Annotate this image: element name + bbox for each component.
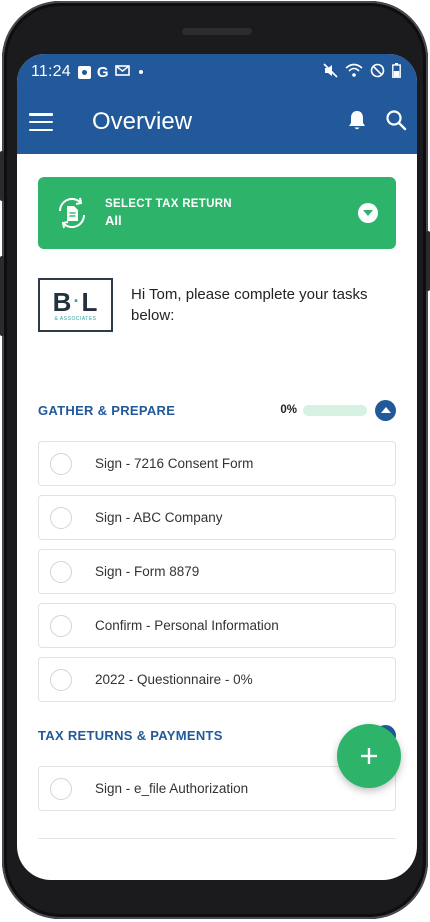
app-screen: 11:24 G Overview SELECT TAX RETURN All B… <box>17 54 417 880</box>
mute-icon <box>323 62 338 82</box>
page-title: Overview <box>92 108 193 135</box>
chevron-up-icon <box>380 407 391 413</box>
firm-logo: B·L & ASSOCIATES <box>38 278 113 332</box>
tax-return-label: SELECT TAX RETURN <box>105 198 232 210</box>
task-item[interactable]: Confirm - Personal Information <box>38 603 396 648</box>
task-radio[interactable] <box>50 560 72 583</box>
wifi-icon <box>345 63 363 82</box>
task-item[interactable]: Sign - ABC Company <box>38 495 396 540</box>
task-label: 2022 - Questionnaire - 0% <box>95 672 253 687</box>
menu-icon[interactable] <box>29 113 53 131</box>
do-not-disturb-icon <box>370 63 385 82</box>
tax-return-value: All <box>105 213 122 228</box>
phone-side-button <box>0 151 4 201</box>
add-button[interactable] <box>337 724 401 788</box>
task-item[interactable]: Sign - 7216 Consent Form <box>38 441 396 486</box>
select-tax-return-dropdown[interactable]: SELECT TAX RETURN All <box>38 177 396 249</box>
task-label: Sign - Form 8879 <box>95 564 200 579</box>
app-bar: Overview <box>17 90 417 154</box>
logo-subtext: & ASSOCIATES <box>54 315 97 322</box>
task-item[interactable]: 2022 - Questionnaire - 0% <box>38 657 396 702</box>
overview-content: SELECT TAX RETURN All B·L & ASSOCIATES H… <box>17 154 417 880</box>
bell-icon[interactable] <box>347 109 367 136</box>
task-radio[interactable] <box>50 668 72 691</box>
task-radio[interactable] <box>50 614 72 637</box>
phone-frame: 11:24 G Overview SELECT TAX RETURN All B… <box>0 1 430 919</box>
dot-icon <box>138 70 143 74</box>
task-radio[interactable] <box>50 777 72 800</box>
mail-icon <box>114 64 131 81</box>
section-title: TAX RETURNS & PAYMENTS <box>38 727 223 743</box>
tax-return-texts: SELECT TAX RETURN All <box>105 198 232 228</box>
progress-percent: 0% <box>280 404 297 416</box>
greeting-text: Hi Tom, please complete your tasks below… <box>131 286 368 324</box>
google-icon: G <box>96 63 109 81</box>
status-left-icons: G <box>77 63 143 81</box>
chevron-down-icon <box>358 203 378 223</box>
battery-icon <box>392 62 401 82</box>
app-bar-actions <box>347 109 407 136</box>
progress-bar <box>303 404 367 416</box>
greeting-row: B·L & ASSOCIATES Hi Tom, please complete… <box>38 278 381 332</box>
section-header-gather-prepare: GATHER & PREPARE 0% <box>38 398 396 422</box>
task-label: Sign - 7216 Consent Form <box>95 456 254 471</box>
plus-icon <box>361 748 377 764</box>
phone-side-button <box>426 231 430 291</box>
section-progress: 0% <box>280 404 367 416</box>
task-label: Confirm - Personal Information <box>95 618 279 633</box>
collapse-section-button[interactable] <box>375 399 396 421</box>
status-time: 11:24 <box>31 63 71 80</box>
task-label: Sign - e_file Authorization <box>95 781 249 796</box>
phone-side-button <box>0 256 4 336</box>
task-radio[interactable] <box>50 452 72 475</box>
document-sync-icon <box>58 197 86 229</box>
task-radio[interactable] <box>50 506 72 529</box>
search-icon[interactable] <box>385 109 407 136</box>
photo-icon <box>77 65 91 79</box>
logo-mark: B·L <box>52 286 99 317</box>
divider <box>38 838 396 839</box>
task-label: Sign - ABC Company <box>95 510 223 525</box>
section-title: GATHER & PREPARE <box>38 402 176 418</box>
phone-speaker <box>182 28 252 35</box>
status-right-icons <box>323 62 401 82</box>
task-item[interactable]: Sign - Form 8879 <box>38 549 396 594</box>
status-bar: 11:24 G <box>17 54 417 90</box>
